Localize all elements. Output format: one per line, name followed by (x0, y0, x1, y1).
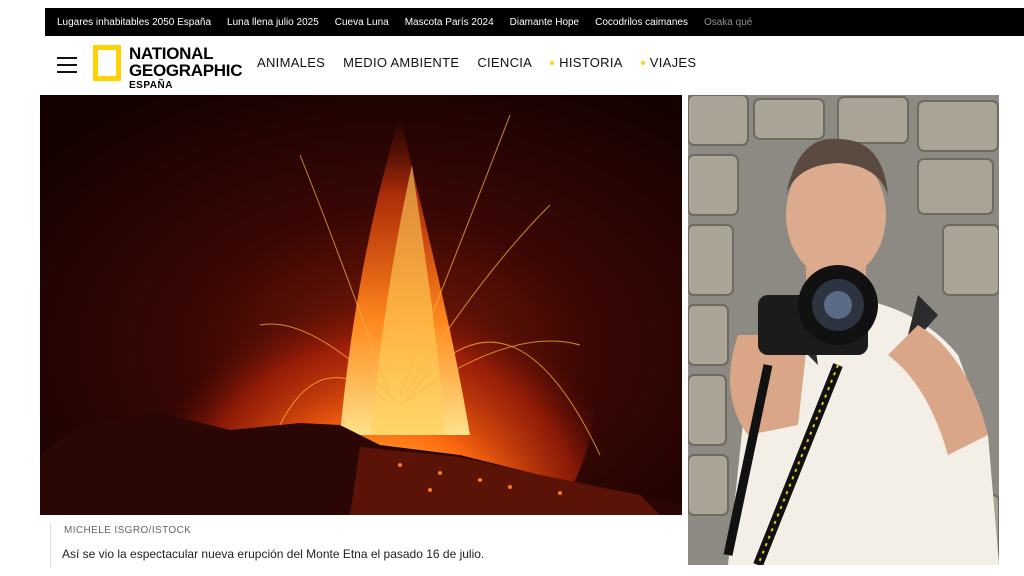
site-header: NATIONAL GEOGRAPHIC ESPAÑA ANIMALES MEDI… (45, 40, 1024, 92)
trending-link[interactable]: Luna llena julio 2025 (227, 17, 319, 28)
nav-medio-ambiente[interactable]: MEDIO AMBIENTE (343, 55, 459, 70)
nav-label: HISTORIA (559, 55, 623, 70)
nav-viajes[interactable]: VIAJES (640, 55, 697, 70)
nav-historia[interactable]: HISTORIA (550, 55, 623, 70)
nav-label: ANIMALES (257, 55, 326, 70)
photo-caption: Así se vio la espectacular nueva erupció… (62, 547, 485, 561)
hamburger-icon[interactable] (57, 56, 77, 74)
hero-volcano-image (40, 95, 682, 515)
bullet-icon (550, 60, 555, 65)
nav-label: CIENCIA (477, 55, 533, 70)
nav-label: VIAJES (649, 55, 697, 70)
trending-bar: Lugares inhabitables 2050 España Luna ll… (45, 8, 1024, 36)
photographer-portrait (688, 95, 999, 565)
logo-text-line3: ESPAÑA (129, 80, 173, 91)
trending-link[interactable]: Mascota París 2024 (405, 17, 494, 28)
trending-link[interactable]: Lugares inhabitables 2050 España (57, 17, 211, 28)
logo-text-line2: GEOGRAPHIC (129, 61, 243, 80)
caption-divider (50, 524, 51, 568)
trending-link[interactable]: Diamante Hope (510, 17, 579, 28)
nav-ciencia[interactable]: CIENCIA (477, 55, 532, 70)
trending-link[interactable]: Osaka qué (704, 17, 752, 28)
trending-link[interactable]: Cueva Luna (335, 17, 389, 28)
trending-link[interactable]: Cocodrilos caimanes (595, 17, 688, 28)
bullet-icon (640, 60, 645, 65)
nav-animales[interactable]: ANIMALES (257, 55, 325, 70)
photo-credit: MICHELE ISGRO/ISTOCK (64, 525, 192, 536)
main-nav: ANIMALES MEDIO AMBIENTE CIENCIA HISTORIA… (257, 55, 714, 70)
natgeo-logo[interactable]: NATIONAL GEOGRAPHIC ESPAÑA (93, 43, 243, 91)
logo-yellow-border (93, 45, 121, 81)
nav-label: MEDIO AMBIENTE (343, 55, 460, 70)
logo-text-line1: NATIONAL (129, 44, 214, 63)
